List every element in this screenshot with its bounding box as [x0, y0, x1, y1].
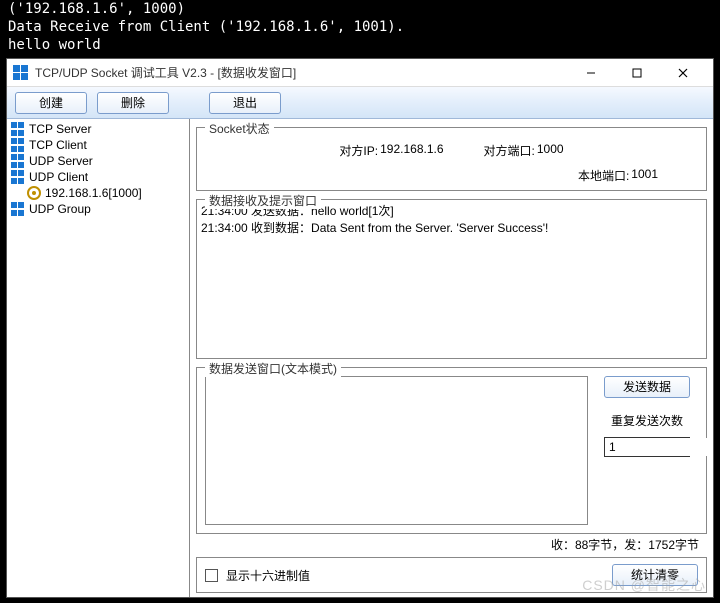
- create-button[interactable]: 创建: [15, 92, 87, 114]
- tree-label: TCP Client: [29, 138, 87, 152]
- console-line: hello world: [8, 36, 712, 54]
- peer-port-label: 对方端口:: [484, 142, 535, 159]
- main-area: TCP Server TCP Client UDP Server UDP Cli…: [7, 119, 713, 597]
- console-line: ('192.168.1.6', 1000): [8, 0, 712, 18]
- tree-item-udp-group[interactable]: UDP Group: [7, 201, 189, 217]
- tree-label: 192.168.1.6[1000]: [45, 186, 142, 200]
- peer-ip-value: 192.168.1.6: [380, 142, 443, 159]
- send-textarea[interactable]: [205, 376, 588, 525]
- send-group: 数据发送窗口(文本模式) 发送数据 重复发送次数: [196, 367, 707, 534]
- local-port-value: 1001: [631, 167, 658, 184]
- send-controls: 发送数据 重复发送次数: [596, 376, 698, 525]
- tree-label: UDP Group: [29, 202, 91, 216]
- tree-item-udp-server[interactable]: UDP Server: [7, 153, 189, 169]
- tree-item-connection[interactable]: 192.168.1.6[1000]: [7, 185, 189, 201]
- maximize-button[interactable]: [623, 63, 651, 83]
- socket-status-group: Socket状态 对方IP: 192.168.1.6 对方端口: 1000 本地…: [196, 127, 707, 191]
- bottom-row: 显示十六进制值 统计清零: [196, 557, 707, 593]
- tree-item-tcp-server[interactable]: TCP Server: [7, 121, 189, 137]
- group-title: 数据接收及提示窗口: [205, 192, 321, 209]
- tree-label: UDP Server: [29, 154, 93, 168]
- window-title: TCP/UDP Socket 调试工具 V2.3 - [数据收发窗口]: [35, 64, 577, 81]
- target-icon: [27, 186, 41, 200]
- receive-group: 数据接收及提示窗口 21:34:00 发送数据：hello world[1次] …: [196, 199, 707, 359]
- app-icon: [13, 65, 29, 81]
- tree-item-tcp-client[interactable]: TCP Client: [7, 137, 189, 153]
- exit-button[interactable]: 退出: [209, 92, 281, 114]
- toolbar: 创建 删除 退出: [7, 87, 713, 119]
- node-icon: [11, 122, 25, 136]
- tree-item-udp-client[interactable]: UDP Client: [7, 169, 189, 185]
- repeat-select[interactable]: [604, 437, 690, 457]
- tree-label: UDP Client: [29, 170, 88, 184]
- stats-row: 收：88字节，发：1752字节: [196, 534, 707, 553]
- clear-stats-button[interactable]: 统计清零: [612, 564, 698, 586]
- group-title: 数据发送窗口(文本模式): [205, 360, 341, 377]
- node-icon: [11, 154, 25, 168]
- close-button[interactable]: [669, 63, 697, 83]
- hex-label: 显示十六进制值: [226, 567, 310, 584]
- group-title: Socket状态: [205, 120, 274, 137]
- receive-textarea[interactable]: 21:34:00 发送数据：hello world[1次] 21:34:00 收…: [197, 200, 706, 358]
- window-controls: [577, 63, 707, 83]
- stats-text: 收：88字节，发：1752字节: [551, 536, 699, 553]
- send-button[interactable]: 发送数据: [604, 376, 690, 398]
- node-icon: [11, 138, 25, 152]
- sidebar-tree[interactable]: TCP Server TCP Client UDP Server UDP Cli…: [7, 119, 190, 597]
- local-port-label: 本地端口:: [578, 167, 629, 184]
- terminal-output: ('192.168.1.6', 1000) Data Receive from …: [0, 0, 720, 55]
- minimize-button[interactable]: [577, 63, 605, 83]
- repeat-label: 重复发送次数: [611, 412, 683, 429]
- peer-ip-label: 对方IP:: [339, 142, 378, 159]
- hex-checkbox[interactable]: [205, 569, 218, 582]
- content-panel: Socket状态 对方IP: 192.168.1.6 对方端口: 1000 本地…: [190, 119, 713, 597]
- console-line: Data Receive from Client ('192.168.1.6',…: [8, 18, 712, 36]
- delete-button[interactable]: 删除: [97, 92, 169, 114]
- titlebar[interactable]: TCP/UDP Socket 调试工具 V2.3 - [数据收发窗口]: [7, 59, 713, 87]
- repeat-input[interactable]: [605, 438, 713, 456]
- node-icon: [11, 202, 25, 216]
- recv-line: 21:34:00 收到数据：Data Sent from the Server.…: [201, 219, 702, 236]
- app-window: TCP/UDP Socket 调试工具 V2.3 - [数据收发窗口] 创建 删…: [6, 58, 714, 598]
- node-icon: [11, 170, 25, 184]
- tree-label: TCP Server: [29, 122, 91, 136]
- peer-port-value: 1000: [537, 142, 564, 159]
